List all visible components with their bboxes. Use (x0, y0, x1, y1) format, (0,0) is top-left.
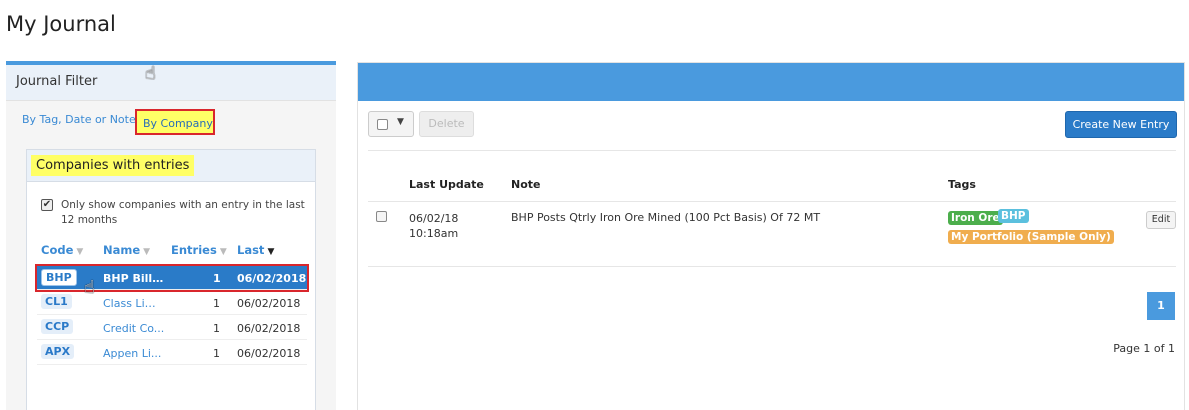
companies-header: Companies with entries (27, 150, 315, 182)
companies-title: Companies with entries (31, 155, 195, 176)
company-last: 06/02/2018 (237, 322, 301, 335)
entries-table-header: Last Update Note Tags (368, 178, 1176, 202)
company-entries: 1 (213, 322, 220, 335)
only-show-recent-checkbox[interactable]: ✔ (41, 199, 53, 211)
entry-date: 06/02/18 (409, 212, 459, 225)
company-row[interactable]: BHP BHP Billit... 1 06/02/2018 (35, 264, 309, 292)
bulk-select-dropdown[interactable]: ▼ (368, 111, 414, 137)
tag-badge[interactable]: My Portfolio (Sample Only) (948, 230, 1114, 244)
col-last[interactable]: Last ▼ (237, 243, 274, 257)
company-code[interactable]: CCP (41, 319, 74, 334)
entry-last-update: 06/02/18 10:18am (409, 211, 489, 241)
journal-filter-panel: Journal Filter By Tag, Date or Note By C… (6, 61, 336, 410)
company-last: 06/02/2018 (237, 347, 301, 360)
journal-entries-panel: ▼ Delete Create New Entry Last Update No… (357, 62, 1185, 410)
table-row: 06/02/18 10:18am BHP Posts Qtrly Iron Or… (368, 203, 1176, 267)
journal-filter-header: Journal Filter (6, 65, 336, 101)
company-code[interactable]: APX (41, 344, 75, 359)
only-show-recent-option: ✔ Only show companies with an entry in t… (41, 198, 307, 228)
tag-badge[interactable]: BHP (998, 209, 1029, 223)
journal-toolbar: ▼ Delete Create New Entry (368, 111, 1177, 151)
create-new-entry-button[interactable]: Create New Entry (1065, 111, 1177, 138)
company-last: 06/02/2018 (237, 272, 307, 285)
companies-panel: Companies with entries ✔ Only show compa… (26, 149, 316, 410)
companies-column-header: Code ▼ Name ▼ Entries ▼ Last ▼ (41, 243, 307, 261)
row-checkbox[interactable] (376, 211, 387, 222)
pagination-info: Page 1 of 1 (1113, 342, 1175, 355)
company-name[interactable]: Class Limi... (103, 297, 165, 310)
tab-by-tag-date-note[interactable]: By Tag, Date or Note (22, 113, 136, 126)
col-note: Note (511, 178, 541, 191)
company-name[interactable]: Credit Co... (103, 322, 165, 335)
sort-caret-icon: ▼ (143, 247, 151, 257)
col-last-update: Last Update (409, 178, 484, 191)
col-code[interactable]: Code ▼ (41, 243, 83, 257)
company-code[interactable]: CL1 (41, 294, 72, 309)
company-last: 06/02/2018 (237, 297, 301, 310)
company-entries: 1 (213, 272, 221, 285)
company-name[interactable]: Appen Li... (103, 347, 165, 360)
company-entries: 1 (213, 347, 220, 360)
sort-caret-icon: ▼ (219, 247, 227, 257)
company-entries: 1 (213, 297, 220, 310)
edit-button[interactable]: Edit (1146, 211, 1176, 229)
entry-time: 10:18am (409, 227, 459, 240)
sort-caret-icon: ▼ (76, 247, 84, 257)
col-name[interactable]: Name ▼ (103, 243, 150, 257)
delete-button[interactable]: Delete (419, 111, 474, 137)
caret-down-icon: ▼ (397, 117, 404, 127)
col-entries[interactable]: Entries ▼ (171, 243, 227, 257)
entry-note[interactable]: BHP Posts Qtrly Iron Ore Mined (100 Pct … (511, 211, 820, 224)
col-tags: Tags (948, 178, 976, 191)
tab-by-company[interactable]: By Company (135, 109, 215, 135)
tag-badge[interactable]: Iron Ore (948, 211, 1003, 225)
page-title: My Journal (6, 12, 116, 36)
company-code[interactable]: BHP (41, 269, 77, 286)
journal-entries-header-bar (358, 63, 1184, 101)
only-show-recent-label: Only show companies with an entry in the… (61, 199, 305, 226)
company-row[interactable]: CCP Credit Co... 1 06/02/2018 (37, 316, 307, 340)
company-name[interactable]: BHP Billit... (103, 272, 165, 285)
checkbox-icon (377, 119, 388, 130)
company-row[interactable]: CL1 Class Limi... 1 06/02/2018 (37, 291, 307, 315)
company-row[interactable]: APX Appen Li... 1 06/02/2018 (37, 341, 307, 365)
pagination-page-button[interactable]: 1 (1147, 292, 1175, 320)
hand-cursor-icon: ☝ (84, 277, 95, 298)
sort-desc-icon: ▼ (267, 247, 275, 257)
hand-cursor-icon: ☝ (145, 63, 156, 84)
